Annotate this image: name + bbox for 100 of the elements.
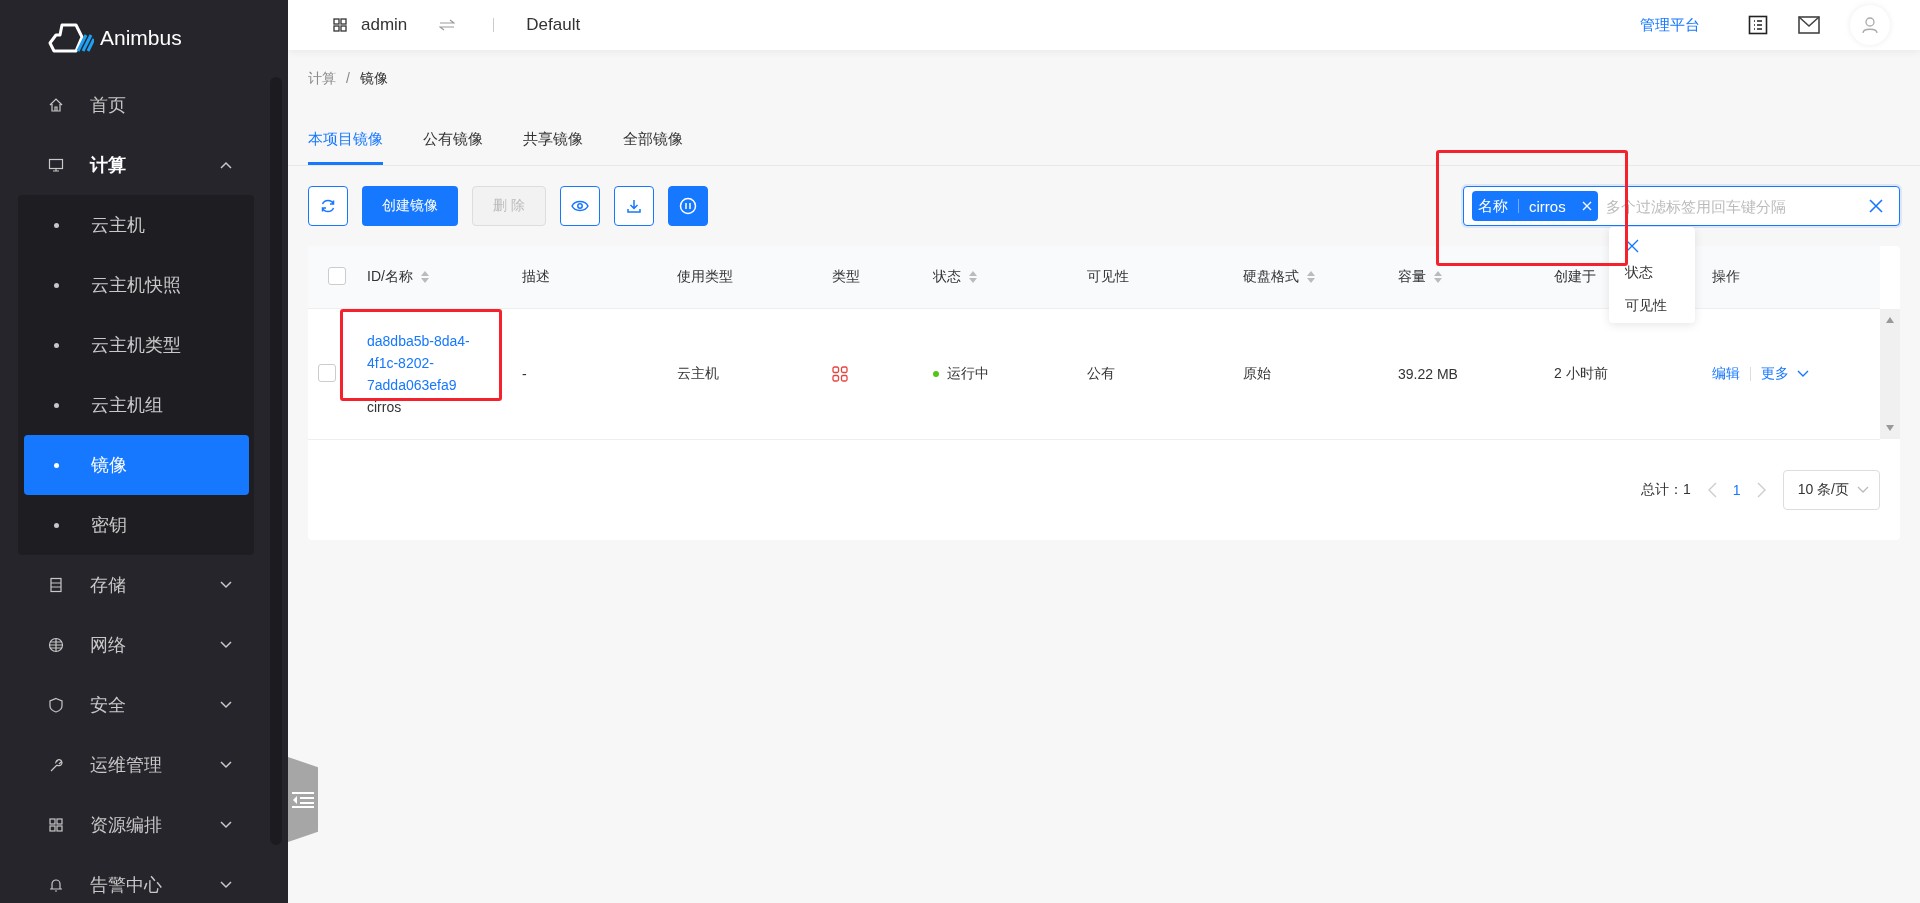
tab[interactable]: 全部镜像 [623,118,683,165]
globe-icon [48,637,64,653]
shield-icon [48,697,64,713]
table-cell-text: 公有 [1087,365,1116,383]
submenu-item[interactable]: 镜像 [24,435,249,495]
project-name[interactable]: admin [361,15,408,35]
switch-icon[interactable] [439,19,456,31]
sort-icon [1307,271,1315,283]
column-header: 描述 [522,268,550,286]
sort-icon [420,271,429,283]
page-size-select[interactable]: 10 条/页 [1782,470,1880,510]
breadcrumb-item: 镜像 [359,70,388,88]
home-icon [48,97,64,113]
chevron-down-icon [220,881,232,889]
refresh-icon [320,198,336,214]
grid-icon [48,817,64,833]
table-cell: 运行中 [947,365,989,383]
table-cell-text: 云主机 [677,365,720,383]
refresh-button[interactable] [308,186,348,226]
dropdown-option[interactable]: 可见性 [1625,289,1695,322]
column-header[interactable]: 状态 [933,268,977,286]
previous-page-icon[interactable] [1706,482,1717,498]
submenu-item[interactable]: 密钥 [18,495,254,555]
column-header: 可见性 [1087,268,1129,286]
sidebar-item[interactable]: 安全 [0,675,272,735]
chevron-down-icon [1857,486,1869,494]
menu-label: 运维管理 [90,754,163,777]
chevron-down-icon [220,821,232,829]
checkbox[interactable] [328,266,346,285]
chevron-down-icon [1797,370,1809,378]
column-header[interactable]: 硬盘格式 [1243,268,1315,286]
menu-label: 存储 [90,574,127,597]
sidebar-item[interactable]: 首页 [0,75,272,135]
scroll-down-icon[interactable] [1886,425,1894,431]
list-icon[interactable] [1748,15,1768,35]
grid-icon [333,18,347,32]
tab[interactable]: 共享镜像 [523,118,583,165]
image-id-link[interactable]: da8dba5b-8da4-4f1c-8202-7adda063efa9 [367,330,479,396]
table-cell-text: 39.22 MB [1398,366,1459,382]
filter-tag-value: cirros [1529,197,1566,215]
action-link[interactable]: 编辑 [1712,365,1740,383]
column-header[interactable]: 容量 [1398,268,1442,286]
eye-icon [570,200,589,212]
sort-icon [969,271,977,283]
filter-tag-key: 名称 [1478,196,1508,216]
menu-label: 安全 [90,694,127,717]
tab[interactable]: 公有镜像 [423,118,483,165]
table-cell-text: cirros [367,398,402,417]
action-link[interactable]: 更多 [1761,365,1789,383]
column-header: 使用类型 [677,268,733,286]
scroll-up-icon[interactable] [1886,317,1894,323]
breadcrumb-item[interactable]: 计算 [308,70,336,92]
download-button[interactable] [613,186,654,226]
submenu-item[interactable]: 云主机 [18,195,254,255]
avatar[interactable] [1850,5,1890,45]
submenu-item[interactable]: 云主机组 [18,375,254,435]
monitor-icon [48,157,64,173]
sidebar-item[interactable]: 存储 [0,555,272,615]
breadcrumb-separator: / [346,70,350,88]
chevron-down-icon [220,581,232,589]
mail-icon[interactable] [1798,16,1820,34]
admin-platform-link[interactable]: 管理平台 [1640,15,1700,35]
grid-icon [832,366,848,382]
chevron-down-icon [220,701,232,709]
next-page-icon[interactable] [1756,482,1767,498]
chevron-up-icon [220,161,232,169]
submenu-item[interactable]: 云主机快照 [18,255,254,315]
download-icon [625,198,642,214]
scrollbar[interactable] [1880,309,1900,439]
menu-label: 计算 [90,154,127,177]
brand-name: Animbus [100,25,182,50]
sidebar-item[interactable]: 资源编排 [0,795,272,855]
submenu-item[interactable]: 云主机类型 [18,315,254,375]
table-cell-text: - [522,366,528,382]
menu-label: 告警中心 [90,874,163,897]
domain-name: Default [526,15,581,35]
column-header[interactable]: ID/名称 [367,268,429,286]
chevron-down-icon [220,761,232,769]
wrench-icon [48,757,64,773]
create-image-button[interactable]: 创建镜像 [362,186,458,226]
dropdown-option[interactable]: 状态 [1625,256,1695,289]
menu-label: 网络 [90,634,127,657]
table-cell-text: 原始 [1243,365,1272,383]
pause-button[interactable] [667,186,708,226]
column-header: 创建于 [1554,268,1596,286]
tab[interactable]: 本项目镜像 [308,118,383,165]
pause-icon [678,197,697,215]
close-icon[interactable] [1625,239,1639,253]
menu-label: 首页 [90,94,127,117]
page-number[interactable]: 1 [1732,482,1741,498]
checkbox[interactable] [318,363,336,382]
sidebar-item[interactable]: 运维管理 [0,735,272,795]
view-button[interactable] [559,186,600,226]
clear-icon[interactable] [1869,199,1883,213]
column-header: 操作 [1712,268,1740,286]
column-header: 类型 [832,268,860,286]
sidebar-item[interactable]: 告警中心 [0,855,272,903]
sidebar-item[interactable]: 计算 [0,135,272,195]
bell-icon [48,877,64,893]
sidebar-item[interactable]: 网络 [0,615,272,675]
